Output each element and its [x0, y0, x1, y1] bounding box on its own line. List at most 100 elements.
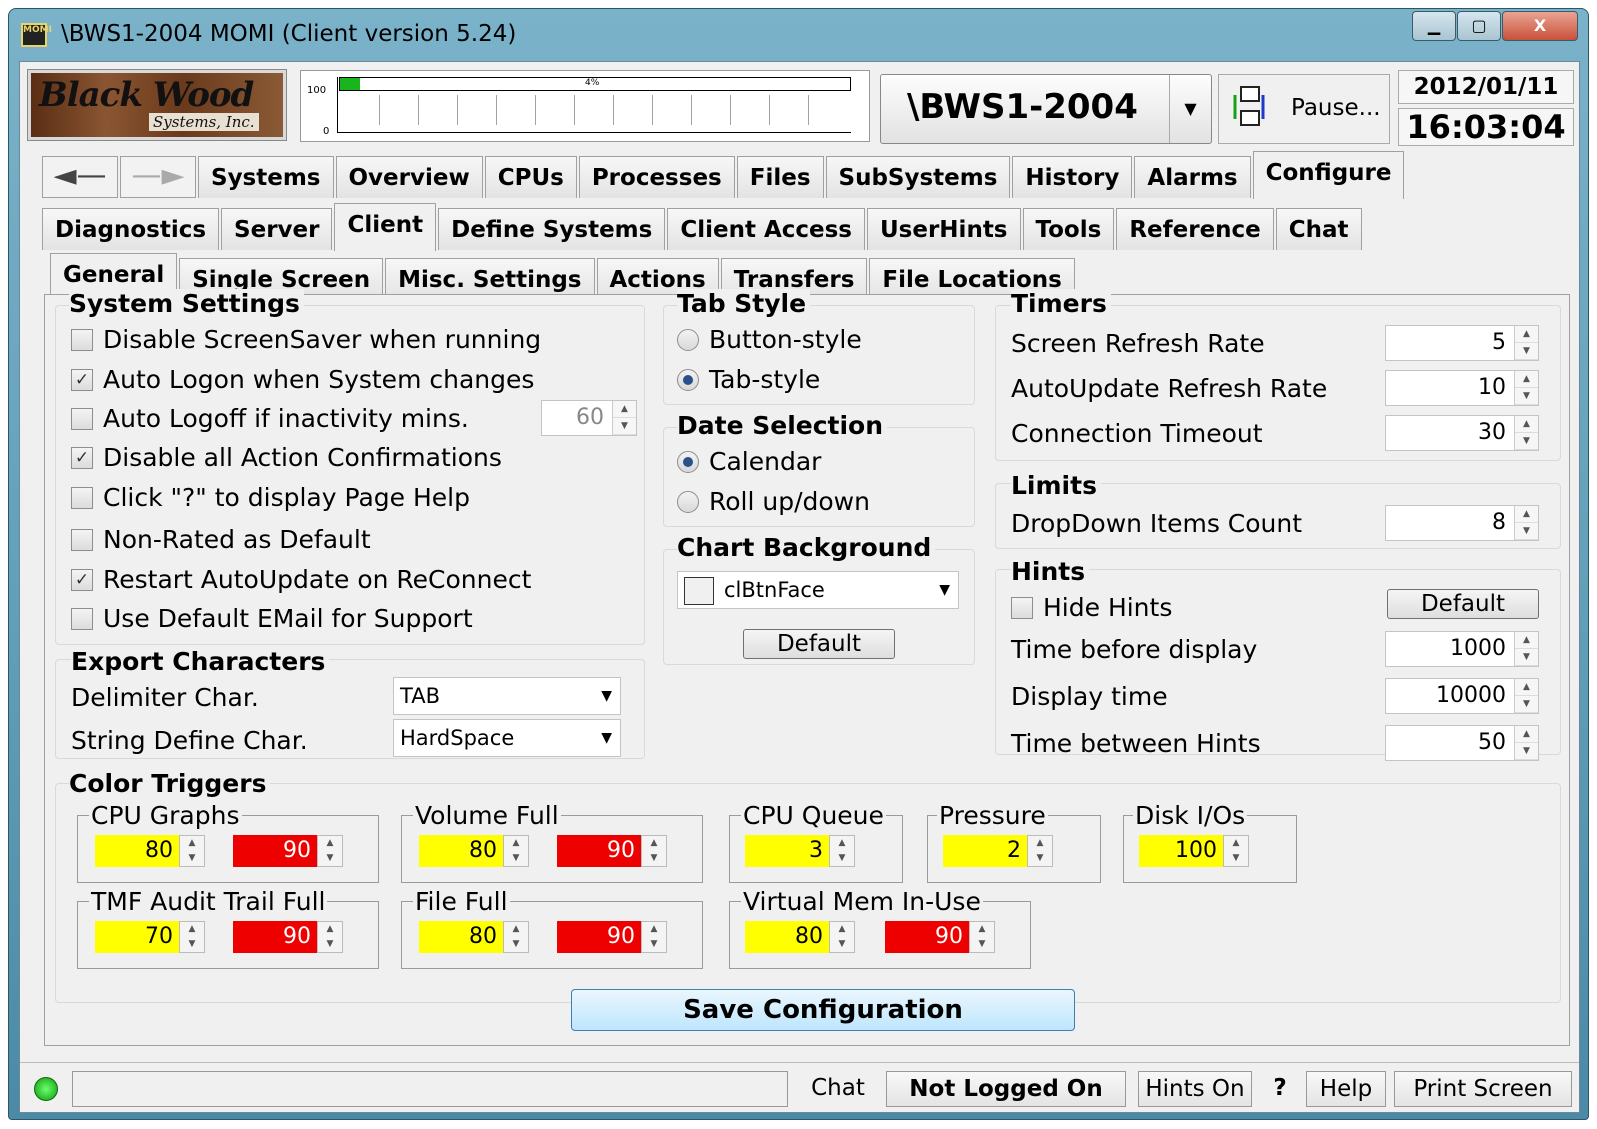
- down-arrow-icon[interactable]: ▼: [613, 418, 636, 435]
- hide-hints-checkbox[interactable]: Hide Hints: [1011, 593, 1172, 622]
- spinner-arrows[interactable]: ▲ ▼: [1027, 835, 1053, 867]
- up-arrow-icon[interactable]: ▲: [504, 836, 528, 851]
- setting-restart-autoupdate[interactable]: ✓ Restart AutoUpdate on ReConnect: [71, 565, 531, 594]
- dropdown-items-spinner[interactable]: 8 ▲ ▼: [1385, 505, 1539, 541]
- down-arrow-icon[interactable]: ▼: [1028, 851, 1052, 866]
- down-arrow-icon[interactable]: ▼: [504, 851, 528, 866]
- connection-timeout-spinner[interactable]: 30 ▲ ▼: [1385, 415, 1539, 451]
- down-arrow-icon[interactable]: ▼: [180, 937, 204, 952]
- radio[interactable]: [677, 490, 699, 513]
- checkbox[interactable]: ✓: [71, 368, 93, 391]
- spinner-arrows[interactable]: ▲ ▼: [179, 835, 205, 867]
- spinner-arrows[interactable]: ▲ ▼: [503, 835, 529, 867]
- tab-alarms[interactable]: Alarms: [1134, 156, 1251, 198]
- down-arrow-icon[interactable]: ▼: [830, 851, 854, 866]
- string-define-select[interactable]: HardSpace ▼: [393, 719, 621, 757]
- checkbox[interactable]: [1011, 596, 1033, 619]
- down-arrow-icon[interactable]: ▼: [1515, 343, 1538, 360]
- up-arrow-icon[interactable]: ▲: [318, 836, 342, 851]
- tab-tools[interactable]: Tools: [1022, 208, 1115, 250]
- tab-server[interactable]: Server: [221, 208, 333, 250]
- down-arrow-icon[interactable]: ▼: [1515, 523, 1538, 540]
- autoupdate-refresh-spinner[interactable]: 10 ▲ ▼: [1385, 370, 1539, 406]
- down-arrow-icon[interactable]: ▼: [1515, 743, 1538, 760]
- checkbox[interactable]: ✓: [71, 568, 93, 591]
- setting-non-rated-default[interactable]: Non-Rated as Default: [71, 525, 371, 554]
- checkbox[interactable]: [71, 407, 93, 430]
- spinner-arrows[interactable]: ▲ ▼: [317, 921, 343, 953]
- critical-value[interactable]: 90: [233, 921, 317, 953]
- down-arrow-icon[interactable]: ▼: [1515, 649, 1538, 666]
- down-arrow-icon[interactable]: ▼: [318, 937, 342, 952]
- warn-value[interactable]: 3: [745, 835, 829, 867]
- up-arrow-icon[interactable]: ▲: [1515, 506, 1538, 523]
- spinner-arrows[interactable]: ▲ ▼: [179, 921, 205, 953]
- save-configuration-button[interactable]: Save Configuration: [571, 989, 1075, 1031]
- tab-userhints[interactable]: UserHints: [867, 208, 1021, 250]
- down-arrow-icon[interactable]: ▼: [318, 851, 342, 866]
- checkbox[interactable]: [71, 607, 93, 630]
- screen-refresh-spinner[interactable]: 5 ▲ ▼: [1385, 325, 1539, 361]
- spinner-arrows[interactable]: ▲ ▼: [641, 835, 667, 867]
- maximize-button[interactable]: ▢: [1457, 11, 1501, 41]
- setting-disable-screensaver[interactable]: Disable ScreenSaver when running: [71, 325, 541, 354]
- system-selector[interactable]: \BWS1-2004 ▼: [880, 74, 1212, 144]
- tab-subsystems[interactable]: SubSystems: [825, 156, 1011, 198]
- display-time-spinner[interactable]: 10000 ▲ ▼: [1385, 678, 1539, 714]
- up-arrow-icon[interactable]: ▲: [1515, 416, 1538, 433]
- question-icon[interactable]: ?: [1260, 1071, 1300, 1107]
- tab-client-access[interactable]: Client Access: [667, 208, 865, 250]
- up-arrow-icon[interactable]: ▲: [642, 836, 666, 851]
- spinner-arrows[interactable]: ▲ ▼: [503, 921, 529, 953]
- up-arrow-icon[interactable]: ▲: [1028, 836, 1052, 851]
- time-before-display-spinner[interactable]: 1000 ▲ ▼: [1385, 631, 1539, 667]
- radio-button-style[interactable]: Button-style: [677, 325, 862, 354]
- login-status-button[interactable]: Not Logged On: [886, 1071, 1126, 1107]
- up-arrow-icon[interactable]: ▲: [318, 922, 342, 937]
- warn-value[interactable]: 80: [745, 921, 829, 953]
- tab-files[interactable]: Files: [736, 156, 824, 198]
- checkbox[interactable]: [71, 528, 93, 551]
- setting-default-email[interactable]: Use Default EMail for Support: [71, 604, 473, 633]
- tab-cpus[interactable]: CPUs: [484, 156, 577, 198]
- down-arrow-icon[interactable]: ▼: [1224, 851, 1248, 866]
- radio[interactable]: [677, 450, 699, 473]
- forward-arrow-icon[interactable]: —►: [120, 156, 196, 198]
- up-arrow-icon[interactable]: ▲: [1515, 371, 1538, 388]
- down-arrow-icon[interactable]: ▼: [970, 937, 994, 952]
- critical-value[interactable]: 90: [557, 835, 641, 867]
- hints-default-button[interactable]: Default: [1387, 589, 1539, 619]
- critical-value[interactable]: 90: [233, 835, 317, 867]
- spinner-arrows[interactable]: ▲ ▼: [969, 921, 995, 953]
- print-screen-button[interactable]: Print Screen: [1394, 1071, 1572, 1107]
- chat-button[interactable]: Chat: [796, 1071, 880, 1107]
- spinner-arrows[interactable]: ▲ ▼: [829, 921, 855, 953]
- back-arrow-icon[interactable]: ◄—: [42, 156, 118, 198]
- down-arrow-icon[interactable]: ▼: [1515, 433, 1538, 450]
- tab-reference[interactable]: Reference: [1116, 208, 1274, 250]
- warn-value[interactable]: 70: [95, 921, 179, 953]
- setting-disable-confirmations[interactable]: ✓ Disable all Action Confirmations: [71, 443, 502, 472]
- radio[interactable]: [677, 328, 699, 351]
- tab-client[interactable]: Client: [334, 203, 437, 251]
- tab-define-systems[interactable]: Define Systems: [438, 208, 666, 250]
- logoff-minutes-spinner[interactable]: 60 ▲ ▼: [541, 400, 637, 436]
- spinner-arrows[interactable]: ▲ ▼: [317, 835, 343, 867]
- checkbox[interactable]: [71, 486, 93, 509]
- close-button[interactable]: X: [1502, 11, 1578, 41]
- hints-toggle-button[interactable]: Hints On: [1138, 1071, 1252, 1107]
- up-arrow-icon[interactable]: ▲: [180, 836, 204, 851]
- up-arrow-icon[interactable]: ▲: [1515, 679, 1538, 696]
- spinner-arrows[interactable]: ▲ ▼: [1223, 835, 1249, 867]
- pause-button[interactable]: Pause...: [1218, 74, 1390, 144]
- up-arrow-icon[interactable]: ▲: [1515, 726, 1538, 743]
- up-arrow-icon[interactable]: ▲: [180, 922, 204, 937]
- tab-chat[interactable]: Chat: [1275, 208, 1362, 250]
- tab-systems[interactable]: Systems: [198, 156, 334, 198]
- time-between-hints-spinner[interactable]: 50 ▲ ▼: [1385, 725, 1539, 761]
- warn-value[interactable]: 80: [95, 835, 179, 867]
- setting-auto-logoff[interactable]: Auto Logoff if inactivity mins.: [71, 404, 469, 433]
- checkbox[interactable]: ✓: [71, 446, 93, 469]
- warn-value[interactable]: 100: [1139, 835, 1223, 867]
- up-arrow-icon[interactable]: ▲: [642, 922, 666, 937]
